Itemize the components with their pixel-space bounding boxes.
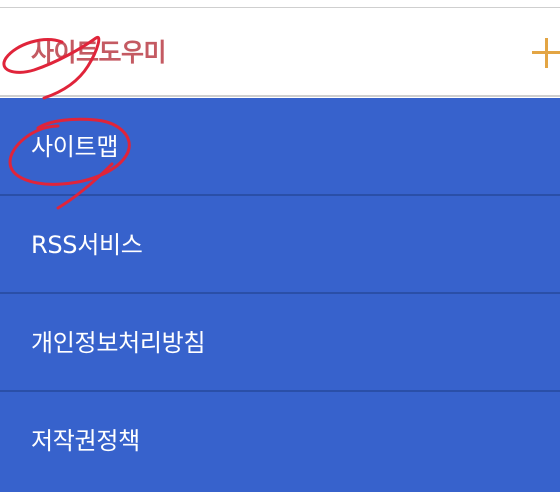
menu-item-label: RSS서비스 <box>31 231 143 259</box>
menu-item-sitemap[interactable]: 사이트맵 <box>0 98 560 196</box>
menu-item-label: 사이트맵 <box>31 133 119 161</box>
site-helper-menu: 사이트맵 RSS서비스 개인정보처리방침 저작권정책 <box>0 98 560 492</box>
menu-item-privacy-policy[interactable]: 개인정보처리방침 <box>0 294 560 392</box>
plus-icon[interactable] <box>532 38 560 68</box>
menu-item-copyright-policy[interactable]: 저작권정책 <box>0 392 560 490</box>
menu-item-label: 저작권정책 <box>31 427 140 455</box>
header-title: 사이트도우미 <box>31 38 167 67</box>
page: 사이트도우미 사이트맵 RSS서비스 개인정보처리방침 저작권정책 <box>0 0 560 492</box>
site-helper-header[interactable]: 사이트도우미 <box>0 8 560 97</box>
menu-item-rss[interactable]: RSS서비스 <box>0 196 560 294</box>
menu-item-label: 개인정보처리방침 <box>31 329 206 357</box>
